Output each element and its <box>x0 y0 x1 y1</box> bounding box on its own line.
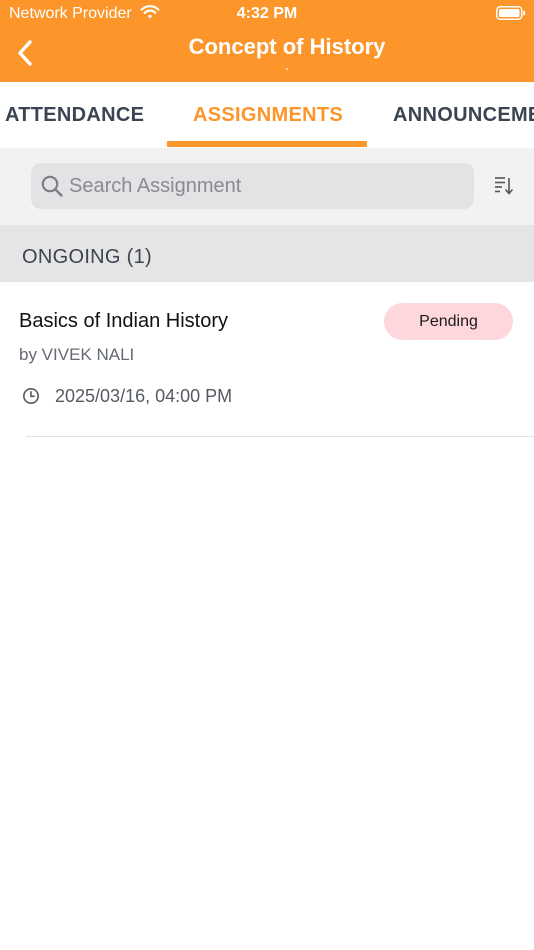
sort-icon <box>495 177 514 195</box>
assignment-title: Basics of Indian History <box>19 310 228 332</box>
status-time: 4:32 PM <box>236 5 298 22</box>
active-tab-indicator <box>167 141 367 147</box>
search-input[interactable] <box>69 163 464 209</box>
search-icon <box>41 175 63 197</box>
header-bar: Network Provider 4:32 PM Concept of Hist… <box>0 0 534 82</box>
sort-button[interactable] <box>490 172 518 200</box>
search-area <box>0 148 534 225</box>
tab-assignments[interactable]: ASSIGNMENTS <box>193 82 343 148</box>
assignment-list-item[interactable]: Basics of Indian History by VIVEK NALI 2… <box>0 282 534 437</box>
status-bar: Network Provider 4:32 PM <box>0 0 534 28</box>
status-badge: Pending <box>384 303 513 340</box>
title-indicator-dot <box>286 68 288 70</box>
app-screen: Network Provider 4:32 PM Concept of Hist… <box>0 0 534 950</box>
page-title: Concept of History <box>188 34 386 59</box>
tab-bar: ATTENDANCE ASSIGNMENTS ANNOUNCEMENTS <box>0 82 534 148</box>
clock-icon <box>23 388 39 404</box>
assignment-due-date: 2025/03/16, 04:00 PM <box>55 386 233 406</box>
chevron-left-icon <box>18 40 32 66</box>
tab-attendance[interactable]: ATTENDANCE <box>5 82 144 148</box>
battery-icon <box>496 6 526 20</box>
section-header-ongoing: ONGOING (1) <box>0 225 534 282</box>
list-divider <box>26 436 534 437</box>
back-button[interactable] <box>10 36 40 70</box>
tab-announcements[interactable]: ANNOUNCEMENTS <box>393 82 534 148</box>
search-box[interactable] <box>31 163 474 209</box>
section-title: ONGOING (1) <box>22 246 152 268</box>
assignment-author: by VIVEK NALI <box>19 345 135 364</box>
